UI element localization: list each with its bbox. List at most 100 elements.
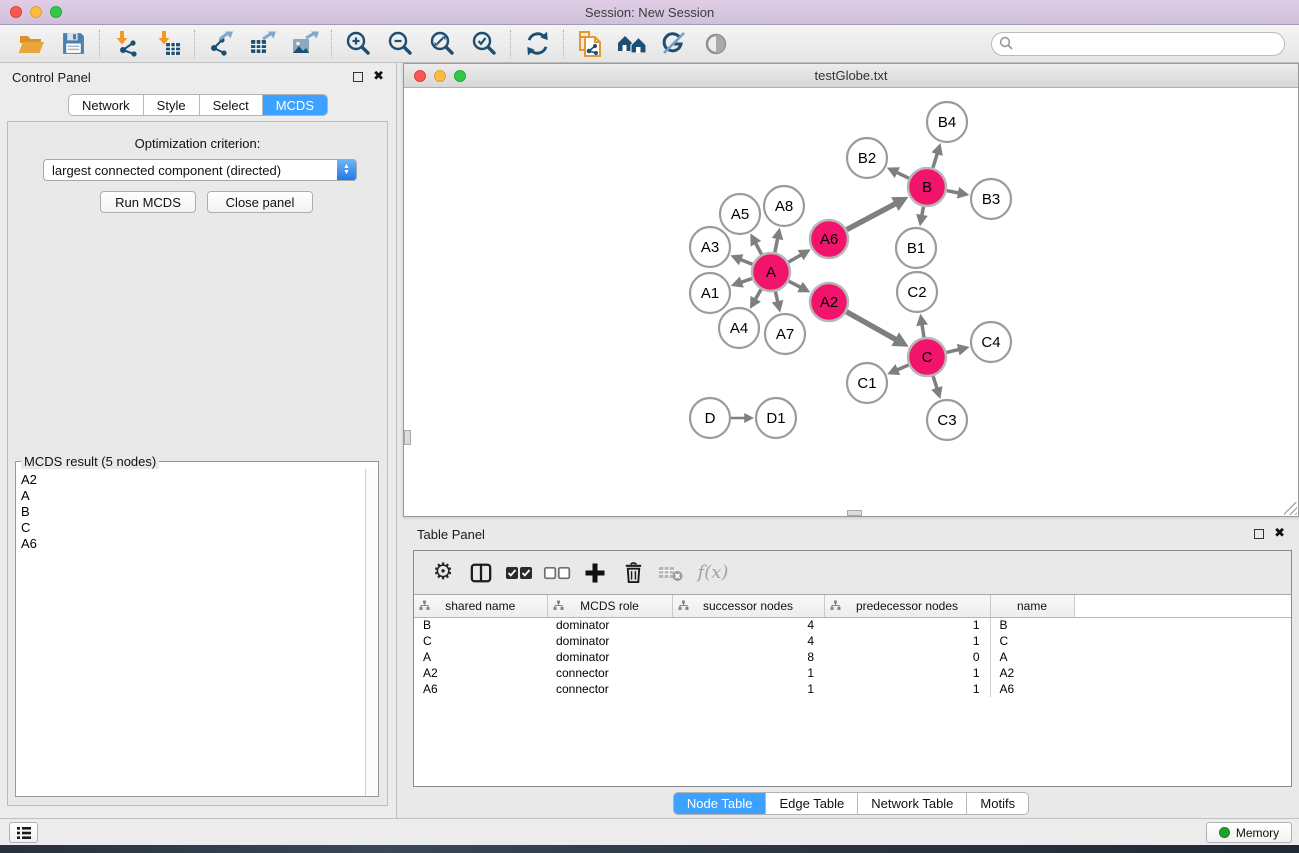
mcds-result-list[interactable]: A2ABCA6 xyxy=(17,471,364,795)
mcds-result-item[interactable]: B xyxy=(21,504,360,520)
graph-edge-A-A5[interactable] xyxy=(750,233,761,254)
graph-node-A7[interactable]: A7 xyxy=(765,314,805,354)
task-history-button[interactable] xyxy=(9,822,38,843)
graph-node-A1[interactable]: A1 xyxy=(690,273,730,313)
graph-node-D[interactable]: D xyxy=(690,398,730,438)
tab-network[interactable]: Network xyxy=(69,95,143,115)
graph-node-A4[interactable]: A4 xyxy=(719,308,759,348)
graphics-details-button[interactable] xyxy=(653,27,695,61)
divider-grip-left[interactable] xyxy=(404,430,411,445)
tab-mcds[interactable]: MCDS xyxy=(262,95,327,115)
float-panel-icon[interactable] xyxy=(1254,529,1264,539)
add-column-button[interactable] xyxy=(576,562,614,584)
import-table-button[interactable] xyxy=(147,27,189,61)
graph-edge-A-A1[interactable] xyxy=(731,276,752,287)
graph-node-B[interactable]: B xyxy=(908,168,946,206)
zoom-in-button[interactable] xyxy=(337,27,379,61)
float-panel-icon[interactable] xyxy=(353,72,363,82)
graph-edge-D-D1[interactable] xyxy=(731,413,754,423)
split-panel-button[interactable] xyxy=(462,562,500,584)
graph-edge-C-C4[interactable] xyxy=(946,344,969,356)
graph-node-A2[interactable]: A2 xyxy=(810,283,848,321)
mcds-result-item[interactable]: A6 xyxy=(21,536,360,552)
tab-network-table[interactable]: Network Table xyxy=(857,793,966,814)
graph-edge-B-B1[interactable] xyxy=(916,207,928,227)
export-table-button[interactable] xyxy=(242,27,284,61)
column-header-name[interactable]: name xyxy=(990,595,1074,617)
graph-edge-B-B4[interactable] xyxy=(931,143,942,168)
graph-edge-B-B2[interactable] xyxy=(887,167,909,178)
table-row[interactable]: A6connector11A6 xyxy=(414,681,1291,697)
graph-node-C1[interactable]: C1 xyxy=(847,363,887,403)
graph-node-A[interactable]: A xyxy=(752,253,790,291)
graph-node-C4[interactable]: C4 xyxy=(971,322,1011,362)
deselect-all-button[interactable] xyxy=(538,565,576,581)
graph-edge-A-A4[interactable] xyxy=(750,289,761,309)
graph-edge-C-C1[interactable] xyxy=(887,364,908,375)
graph-node-B4[interactable]: B4 xyxy=(927,102,967,142)
table-settings-button[interactable]: ⚙ xyxy=(424,561,462,584)
network-canvas[interactable]: B4B2BB3A8A5A6A3B1AC2A1A2A4A7C4CC1C3DD1 xyxy=(404,88,1298,516)
column-header-successor-nodes[interactable]: successor nodes xyxy=(672,595,824,617)
column-header-predecessor-nodes[interactable]: predecessor nodes xyxy=(824,595,990,617)
export-network-button[interactable] xyxy=(200,27,242,61)
export-image-button[interactable] xyxy=(284,27,326,61)
tab-select[interactable]: Select xyxy=(199,95,262,115)
network-minimize-button[interactable] xyxy=(434,70,446,82)
minimize-window-button[interactable] xyxy=(30,6,42,18)
graph-edge-C-C3[interactable] xyxy=(931,376,942,399)
function-builder-button[interactable]: f(x) xyxy=(690,562,736,583)
home-button[interactable] xyxy=(611,27,653,61)
tab-motifs[interactable]: Motifs xyxy=(966,793,1028,814)
memory-button[interactable]: Memory xyxy=(1206,822,1292,843)
graph-node-C3[interactable]: C3 xyxy=(927,400,967,440)
graph-edge-A-A2[interactable] xyxy=(789,281,811,292)
close-panel-icon[interactable]: ✖ xyxy=(373,72,384,82)
tab-style[interactable]: Style xyxy=(143,95,199,115)
graph-node-B2[interactable]: B2 xyxy=(847,138,887,178)
close-panel-button[interactable]: Close panel xyxy=(207,191,313,213)
import-network-button[interactable] xyxy=(105,27,147,61)
zoom-out-button[interactable] xyxy=(379,27,421,61)
network-maximize-button[interactable] xyxy=(454,70,466,82)
column-header-mcds-role[interactable]: MCDS role xyxy=(547,595,672,617)
show-hide-button[interactable] xyxy=(695,27,737,61)
graph-node-C[interactable]: C xyxy=(908,338,946,376)
refresh-button[interactable] xyxy=(516,27,558,61)
tab-node-table[interactable]: Node Table xyxy=(674,793,766,814)
close-window-button[interactable] xyxy=(10,6,22,18)
maximize-window-button[interactable] xyxy=(50,6,62,18)
table-row[interactable]: A2connector11A2 xyxy=(414,665,1291,681)
graph-edge-A-A8[interactable] xyxy=(772,228,784,253)
zoom-fit-button[interactable] xyxy=(421,27,463,61)
graph-node-B3[interactable]: B3 xyxy=(971,179,1011,219)
graph-edge-C-C2[interactable] xyxy=(916,314,928,337)
save-session-button[interactable] xyxy=(52,27,94,61)
mcds-result-item[interactable]: C xyxy=(21,520,360,536)
select-all-button[interactable] xyxy=(500,565,538,581)
delete-column-button[interactable] xyxy=(614,561,652,584)
tab-edge-table[interactable]: Edge Table xyxy=(765,793,857,814)
zoom-selected-button[interactable] xyxy=(463,27,505,61)
graph-node-A6[interactable]: A6 xyxy=(810,220,848,258)
table-row[interactable]: Bdominator41B xyxy=(414,617,1291,633)
column-header-shared-name[interactable]: shared name xyxy=(414,595,547,617)
mcds-result-item[interactable]: A2 xyxy=(21,472,360,488)
open-session-button[interactable] xyxy=(10,27,52,61)
graph-edge-A-A6[interactable] xyxy=(788,249,810,262)
graph-node-A5[interactable]: A5 xyxy=(720,194,760,234)
search-input[interactable] xyxy=(991,32,1285,56)
graph-edge-A2-C[interactable] xyxy=(846,312,908,347)
graph-edge-B-B3[interactable] xyxy=(947,187,970,199)
delete-table-button[interactable] xyxy=(652,563,690,583)
close-panel-icon[interactable]: ✖ xyxy=(1274,529,1285,539)
graph-node-A8[interactable]: A8 xyxy=(764,186,804,226)
graph-edge-A6-B[interactable] xyxy=(847,197,909,230)
resize-grip-icon[interactable] xyxy=(1284,502,1297,515)
graph-node-A3[interactable]: A3 xyxy=(690,227,730,267)
graph-node-C2[interactable]: C2 xyxy=(897,272,937,312)
graph-edge-A-A7[interactable] xyxy=(772,292,784,313)
mcds-list-scrollbar[interactable] xyxy=(365,469,378,796)
graph-edge-A-A3[interactable] xyxy=(730,254,752,265)
graph-node-B1[interactable]: B1 xyxy=(896,228,936,268)
